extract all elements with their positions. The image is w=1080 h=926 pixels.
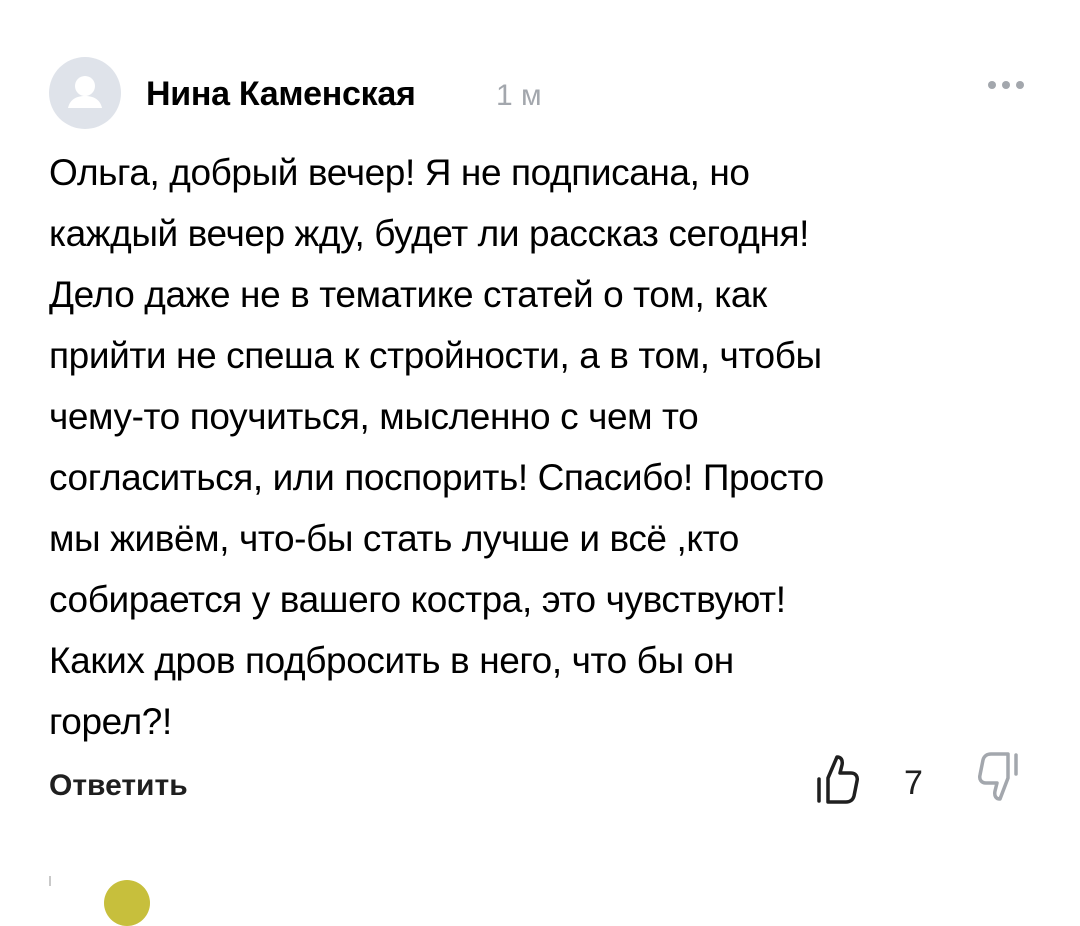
likes-count: 7: [904, 764, 923, 802]
avatar[interactable]: [49, 57, 121, 129]
thumbs-up-icon: [817, 755, 859, 804]
more-dots-icon: [988, 81, 1024, 89]
thumbs-down-icon: [978, 752, 1018, 801]
thread-line: [49, 876, 51, 886]
comment-time: 1 м: [496, 79, 542, 112]
author-name[interactable]: Нина Каменская: [146, 75, 416, 114]
more-options-button[interactable]: [982, 70, 1032, 100]
dislike-button[interactable]: [974, 750, 1022, 806]
comment-text: Ольга, добрый вечер! Я не подписана, но …: [49, 152, 824, 742]
user-avatar-icon: [68, 76, 102, 108]
reply-button[interactable]: Ответить: [49, 769, 188, 803]
next-comment-avatar[interactable]: [104, 880, 150, 926]
like-button[interactable]: [815, 752, 863, 808]
